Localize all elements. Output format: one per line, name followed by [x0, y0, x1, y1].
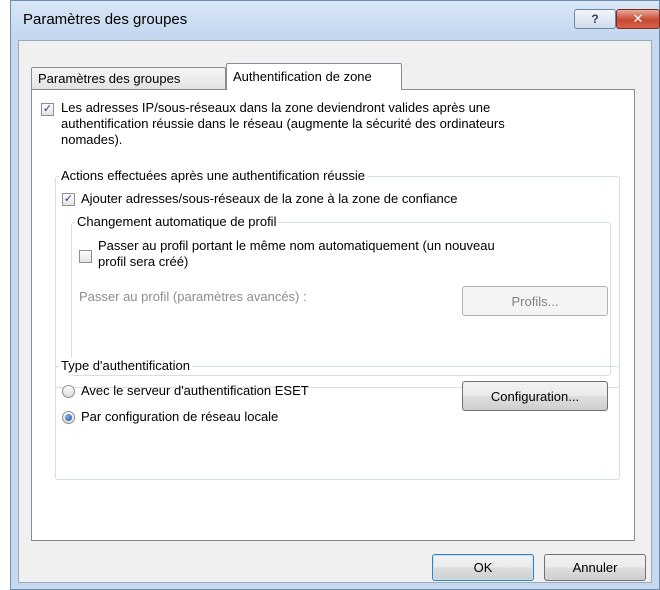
zone-auth-label-line: authentification réussie dans le réseau …: [61, 116, 505, 131]
add-trusted-label: Ajouter adresses/sous-réseaux de la zone…: [81, 191, 458, 206]
switch-same-name-label-line: profil sera créé): [98, 254, 189, 269]
checkmark-icon: ✓: [42, 103, 53, 115]
local-network-radio[interactable]: [62, 411, 75, 424]
title-bar[interactable]: Paramètres des groupes ? ✕: [11, 1, 660, 39]
zone-auth-label: Les adresses IP/sous-réseaux dans la zon…: [61, 100, 505, 148]
dialog-client-area: Paramètres des groupes Authentification …: [18, 40, 652, 583]
dialog-window: Paramètres des groupes ? ✕ Paramètres de…: [10, 0, 660, 590]
close-icon: ✕: [632, 11, 644, 26]
eset-server-radio[interactable]: [62, 385, 75, 398]
window-title: Paramètres des groupes: [23, 11, 188, 28]
ok-button[interactable]: OK: [432, 554, 534, 581]
cancel-button[interactable]: Annuler: [544, 554, 646, 581]
zone-auth-label-line: Les adresses IP/sous-réseaux dans la zon…: [61, 100, 491, 115]
help-button[interactable]: ?: [574, 9, 616, 29]
close-button[interactable]: ✕: [616, 9, 660, 29]
eset-server-label: Avec le serveur d'authentification ESET: [81, 383, 309, 398]
switch-same-name-label-line: Passer au profil portant le même nom aut…: [98, 238, 495, 253]
help-icon: ?: [591, 12, 599, 26]
switch-same-name-label: Passer au profil portant le même nom aut…: [98, 238, 495, 270]
profiles-button[interactable]: Profils...: [462, 286, 608, 316]
auth-type-group-title: Type d'authentification: [59, 358, 192, 374]
switch-advanced-label: Passer au profil (paramètres avancés) :: [79, 289, 307, 304]
local-network-label: Par configuration de réseau locale: [81, 409, 279, 424]
checkmark-icon: ✓: [63, 193, 74, 205]
tab-page-zone-authentication: ✓ Les adresses IP/sous-réseaux dans la z…: [31, 89, 635, 541]
add-trusted-checkbox[interactable]: ✓: [62, 193, 75, 206]
tab-group-settings[interactable]: Paramètres des groupes: [31, 67, 226, 89]
switch-same-name-checkbox[interactable]: [79, 250, 92, 263]
zone-auth-label-line: nomades).: [61, 132, 123, 147]
tab-zone-authentication[interactable]: Authentification de zone: [226, 63, 402, 90]
profile-change-group-title: Changement automatique de profil: [75, 214, 279, 230]
configuration-button[interactable]: Configuration...: [462, 381, 608, 411]
zone-auth-checkbox[interactable]: ✓: [41, 103, 54, 116]
actions-group-title: Actions effectuées après une authentific…: [59, 168, 368, 184]
